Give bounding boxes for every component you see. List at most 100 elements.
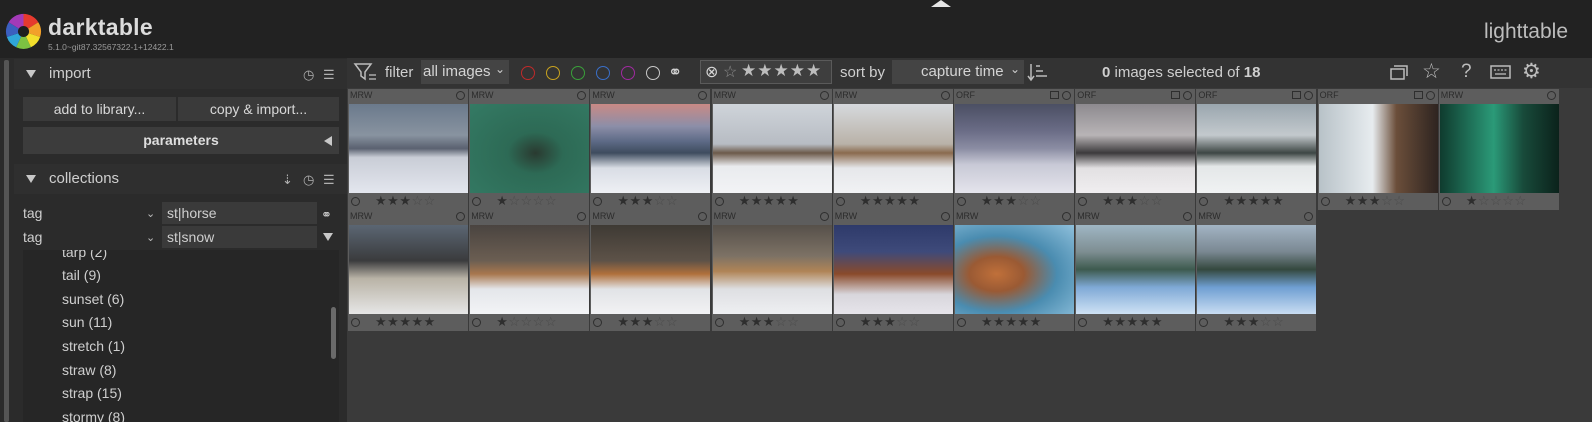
star-icon[interactable]: ☆ (1139, 193, 1151, 208)
list-item[interactable]: tarp (2) (62, 250, 107, 260)
reject-icon[interactable] (835, 197, 845, 206)
star-icon[interactable]: ☆ (533, 193, 545, 208)
star-icon[interactable]: ★ (981, 314, 993, 329)
star-icon[interactable]: ☆ (545, 193, 557, 208)
star-icon[interactable]: ★ (375, 193, 387, 208)
unstarred-icon[interactable]: ☆ (723, 62, 737, 82)
chevron-down-icon[interactable]: ⌄ (146, 207, 155, 220)
reject-icon[interactable] (957, 318, 966, 327)
star-icon[interactable]: ☆ (521, 193, 533, 208)
star-icon[interactable]: ★ (642, 193, 654, 208)
thumbnail[interactable]: ORF ★★★☆☆ (1317, 89, 1438, 210)
list-item[interactable]: sunset (6) (62, 291, 124, 307)
star-icon[interactable]: ★ (739, 314, 751, 329)
star-icon[interactable]: ★ (411, 314, 423, 329)
star-icon[interactable]: ★ (1345, 193, 1357, 208)
star-icon[interactable]: ☆ (787, 314, 799, 329)
star-icon[interactable]: ★ (375, 314, 387, 329)
group-icon[interactable] (1413, 91, 1423, 99)
rating-filter[interactable]: ⊗ ☆ ★★★★★ (700, 60, 832, 84)
star-icon[interactable]: ★ (496, 314, 508, 329)
thumbnail-image[interactable] (712, 225, 832, 314)
sort-dropdown[interactable]: capture time ⌄ (892, 60, 1024, 84)
star-icon[interactable]: ☆ (1422, 59, 1441, 84)
top-panel-toggle-arrow[interactable] (931, 0, 951, 7)
reject-icon[interactable] (714, 318, 724, 327)
star-icon[interactable]: ★ (399, 193, 411, 208)
thumbnail[interactable]: ORF ★★★☆☆ (954, 89, 1074, 210)
star-icon[interactable]: ★ (1272, 193, 1284, 208)
help-icon[interactable]: ? (1461, 61, 1472, 83)
star-icon[interactable]: ★ (896, 193, 908, 208)
star-icon[interactable]: ☆ (545, 314, 557, 329)
list-item[interactable]: straw (8) (62, 362, 116, 378)
star-icon[interactable]: ☆ (1151, 193, 1163, 208)
star-icon[interactable]: ★ (763, 193, 775, 208)
star-icon[interactable]: ★ (617, 314, 629, 329)
star-icon[interactable]: ★ (908, 193, 920, 208)
star-icon[interactable]: ☆ (533, 314, 545, 329)
star-icon[interactable]: ★ (884, 314, 896, 329)
star-rating[interactable]: ★★★☆☆ (375, 193, 436, 209)
star-icon[interactable]: ★ (1248, 314, 1260, 329)
star-icon[interactable]: ★ (399, 314, 411, 329)
reject-icon[interactable] (1320, 197, 1330, 206)
star-icon[interactable]: ★ (630, 314, 642, 329)
star-icon[interactable]: ★ (1114, 314, 1126, 329)
star-icon[interactable]: ★ (1223, 314, 1235, 329)
thumbnail-image[interactable] (955, 104, 1074, 193)
star-icon[interactable]: ☆ (1017, 193, 1029, 208)
star-icon[interactable]: ☆ (908, 314, 920, 329)
thumbnail-image[interactable] (1197, 225, 1317, 314)
altered-icon[interactable] (940, 212, 950, 221)
star-rating[interactable]: ★★★★★ (375, 314, 436, 330)
star-icon[interactable]: ★ (1248, 193, 1260, 208)
list-item[interactable]: strap (15) (62, 385, 122, 401)
tag-list-scrollbar[interactable] (331, 307, 336, 359)
star-icon[interactable]: ☆ (666, 193, 678, 208)
color-label-blue[interactable] (596, 66, 610, 80)
star-icon[interactable]: ☆ (654, 314, 666, 329)
thumbnail-image[interactable] (833, 104, 953, 193)
star-icon[interactable]: ★ (1127, 193, 1139, 208)
star-icon[interactable]: ★ (1357, 193, 1369, 208)
star-icon[interactable]: ★ (1260, 193, 1272, 208)
thumbnail-image[interactable] (1197, 104, 1317, 193)
star-rating[interactable]: ★☆☆☆☆ (496, 193, 557, 209)
star-icon[interactable]: ★ (884, 193, 896, 208)
star-icon[interactable]: ★ (787, 193, 799, 208)
star-rating[interactable]: ★☆☆☆☆ (496, 314, 557, 330)
thumbnail[interactable]: MRW ★☆☆☆☆ (1438, 89, 1559, 210)
star-rating[interactable]: ★★★★★ (860, 193, 921, 209)
filter-funnel-icon[interactable] (353, 61, 377, 83)
star-rating[interactable]: ★★★☆☆ (1345, 193, 1406, 209)
altered-icon[interactable] (1304, 212, 1314, 221)
star-icon[interactable]: ★ (1127, 314, 1139, 329)
presets-menu-icon[interactable]: ☰ (323, 67, 335, 83)
reject-icon[interactable] (714, 197, 724, 206)
star-rating[interactable]: ★★★☆☆ (1102, 193, 1163, 209)
star-icon[interactable]: ☆ (521, 314, 533, 329)
reject-icon[interactable] (593, 318, 603, 327)
star-icon[interactable]: ★ (1005, 193, 1017, 208)
star-rating[interactable]: ★★★★★ (739, 193, 800, 209)
star-icon[interactable]: ☆ (1393, 193, 1405, 208)
star-icon[interactable]: ★ (1151, 314, 1163, 329)
group-icon[interactable] (1292, 91, 1302, 99)
star-icon[interactable]: ★ (1114, 193, 1126, 208)
reject-icon[interactable] (957, 197, 966, 206)
copy-import-button[interactable]: copy & import... (178, 97, 339, 121)
thumbnail-image[interactable] (1318, 104, 1438, 193)
thumbnail[interactable]: ORF ★★★☆☆ (1075, 89, 1196, 210)
reject-icon[interactable] (351, 318, 360, 327)
presets-menu-icon[interactable]: ☰ (323, 172, 335, 188)
star-icon[interactable]: ★ (630, 193, 642, 208)
star-rating[interactable]: ★★★☆☆ (981, 193, 1042, 209)
reject-icon[interactable] (351, 197, 360, 206)
star-icon[interactable]: ★ (1030, 314, 1042, 329)
rule-value-input[interactable]: st|snow (162, 226, 317, 248)
list-item[interactable]: stormy (8) (62, 409, 125, 422)
color-operator-icon[interactable]: ⚭ (668, 63, 682, 83)
color-label-purple[interactable] (621, 66, 635, 80)
import-section-header[interactable]: import ◷ ☰ (14, 59, 347, 89)
